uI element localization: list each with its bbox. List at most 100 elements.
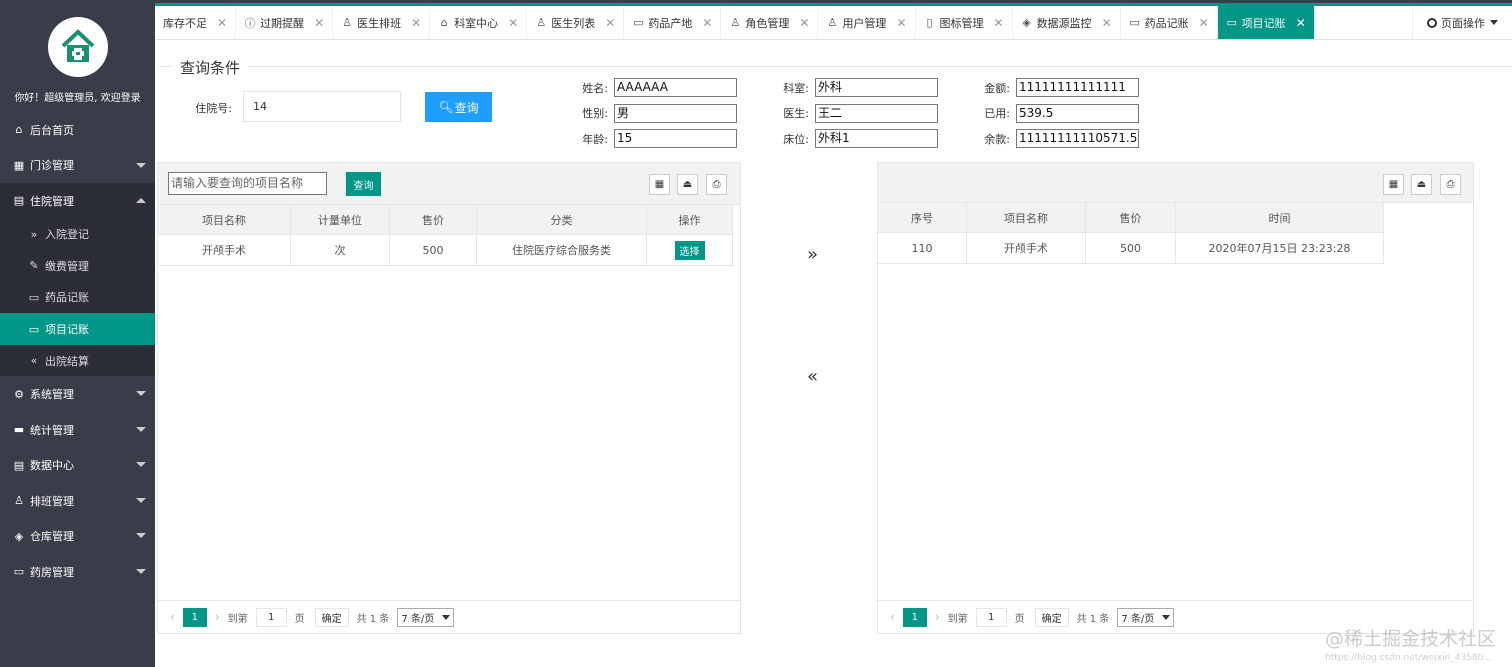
export-icon[interactable]: ⏏ bbox=[677, 174, 698, 195]
sidebar-item-label: 药房管理 bbox=[30, 565, 74, 579]
close-icon[interactable]: ✕ bbox=[1102, 16, 1112, 30]
sidebar-subitem-item-billing[interactable]: ▭ 项目记账 bbox=[0, 313, 155, 345]
close-icon[interactable]: ✕ bbox=[994, 16, 1004, 30]
project-list-toolbar: 请输入要查询的项目名称 查询 ▦ ⏏ ⎙ bbox=[158, 163, 740, 205]
next-page-icon[interactable]: › bbox=[935, 610, 940, 624]
caret-down-icon bbox=[442, 614, 451, 620]
tab-datasource-monitor[interactable]: ◈ 数据源监控 ✕ bbox=[1013, 6, 1121, 39]
tab-drug-origin[interactable]: ▭ 药品产地 ✕ bbox=[624, 6, 722, 39]
sidebar-item-label: 住院管理 bbox=[30, 194, 74, 208]
sidebar-subitem-label: 缴费管理 bbox=[45, 259, 89, 273]
tab-expiry-reminder[interactable]: ⓘ 过期提醒 ✕ bbox=[236, 6, 334, 39]
sidebar-item-label: 仓库管理 bbox=[30, 530, 74, 544]
columns-icon[interactable]: ▦ bbox=[649, 174, 670, 195]
sidebar-item-label: 统计管理 bbox=[30, 423, 74, 437]
prev-page-icon[interactable]: ‹ bbox=[890, 610, 895, 624]
page-number-input[interactable]: 1 bbox=[255, 607, 287, 627]
column-header[interactable]: 序号 bbox=[878, 203, 967, 233]
sidebar-item-scheduling[interactable]: ♙ 排班管理 bbox=[0, 483, 155, 519]
doctor-label: 医生: bbox=[783, 107, 809, 120]
gender-field[interactable]: 男 bbox=[614, 104, 737, 123]
column-header[interactable]: 售价 bbox=[390, 205, 477, 235]
columns-icon[interactable]: ▦ bbox=[1383, 174, 1404, 195]
hosp-no-input[interactable]: 14 bbox=[243, 91, 401, 122]
sidebar-item-datacenter[interactable]: ▤ 数据中心 bbox=[0, 447, 155, 483]
select-button[interactable]: 选择 bbox=[674, 240, 705, 260]
tab-user-management[interactable]: ♙ 用户管理 ✕ bbox=[818, 6, 916, 39]
close-icon[interactable]: ✕ bbox=[799, 16, 809, 30]
tab-doctor-list[interactable]: ♙ 医生列表 ✕ bbox=[527, 6, 625, 39]
sidebar-item-home[interactable]: ⌂ 后台首页 bbox=[0, 112, 155, 148]
sidebar-item-pharmacy[interactable]: ▭ 药房管理 bbox=[0, 554, 155, 590]
tab-role-management[interactable]: ♙ 角色管理 ✕ bbox=[721, 6, 819, 39]
project-search-input[interactable]: 请输入要查询的项目名称 bbox=[168, 172, 327, 195]
doctor-field[interactable]: 王二 bbox=[815, 104, 938, 123]
page-number-input[interactable]: 1 bbox=[975, 607, 1007, 627]
column-header[interactable]: 项目名称 bbox=[967, 203, 1086, 233]
dept-field[interactable]: 外科 bbox=[815, 78, 938, 97]
print-icon[interactable]: ⎙ bbox=[1440, 174, 1461, 195]
print-icon[interactable]: ⎙ bbox=[706, 174, 727, 195]
sidebar-item-outpatient[interactable]: ▦ 门诊管理 bbox=[0, 148, 155, 184]
close-icon[interactable]: ✕ bbox=[1296, 16, 1306, 30]
tab-doctor-schedule[interactable]: ♙ 医生排班 ✕ bbox=[333, 6, 431, 39]
current-page[interactable]: 1 bbox=[902, 607, 927, 627]
column-header[interactable]: 操作 bbox=[647, 205, 733, 235]
next-page-icon[interactable]: › bbox=[215, 610, 220, 624]
chart-icon: ▬ bbox=[13, 423, 25, 437]
home-icon: ⌂ bbox=[440, 16, 448, 29]
goto-confirm-button[interactable]: 确定 bbox=[314, 607, 349, 627]
tab-drug-billing[interactable]: ▭ 药品记账 ✕ bbox=[1121, 6, 1218, 39]
column-header[interactable]: 分类 bbox=[477, 205, 647, 235]
sidebar-subitem-admission[interactable]: » 入院登记 bbox=[0, 219, 155, 251]
column-header[interactable]: 时间 bbox=[1176, 203, 1384, 233]
export-icon[interactable]: ⏏ bbox=[1411, 174, 1432, 195]
page-operations-dropdown[interactable]: 页面操作 bbox=[1412, 6, 1512, 39]
page-size-select[interactable]: 7 条/页 bbox=[1117, 607, 1175, 627]
tab-label: 项目记账 bbox=[1241, 16, 1286, 30]
tab-icon-management[interactable]: ▯ 图标管理 ✕ bbox=[916, 6, 1013, 39]
sidebar-item-inpatient[interactable]: ▤ 住院管理 bbox=[0, 183, 155, 219]
age-field[interactable]: 15 bbox=[614, 129, 737, 148]
close-icon[interactable]: ✕ bbox=[702, 16, 712, 30]
table-cell: 2020年07月15日 23:23:28 bbox=[1176, 233, 1384, 264]
move-right-button[interactable]: » bbox=[807, 244, 818, 265]
close-icon[interactable]: ✕ bbox=[896, 16, 906, 30]
goto-confirm-button[interactable]: 确定 bbox=[1034, 607, 1069, 627]
page-size-select[interactable]: 7 条/页 bbox=[397, 607, 455, 627]
sidebar-item-system[interactable]: ⚙ 系统管理 bbox=[0, 376, 155, 412]
current-page[interactable]: 1 bbox=[182, 607, 207, 627]
query-button[interactable]: 🔍︎ 查询 bbox=[425, 92, 492, 122]
total-count: 共 1 条 bbox=[1076, 613, 1110, 625]
prev-page-icon[interactable]: ‹ bbox=[170, 610, 175, 624]
close-icon[interactable]: ✕ bbox=[1199, 16, 1209, 30]
column-header[interactable]: 计量单位 bbox=[291, 205, 390, 235]
sidebar-subitem-drug-billing[interactable]: ▭ 药品记账 bbox=[0, 282, 155, 314]
age-label: 年龄: bbox=[582, 133, 608, 146]
page-operations-label: 页面操作 bbox=[1441, 16, 1485, 30]
sidebar-item-label: 门诊管理 bbox=[30, 159, 74, 173]
close-icon[interactable]: ✕ bbox=[314, 16, 324, 30]
tab-item-billing[interactable]: ▭ 项目记账 ✕ bbox=[1217, 6, 1315, 39]
column-header[interactable]: 项目名称 bbox=[158, 205, 291, 235]
close-icon[interactable]: ✕ bbox=[411, 16, 421, 30]
tab-stock-shortage[interactable]: 库存不足 ✕ bbox=[155, 6, 237, 39]
sidebar-item-warehouse[interactable]: ◈ 仓库管理 bbox=[0, 518, 155, 554]
amount-field[interactable]: 11111111111111 bbox=[1016, 78, 1139, 97]
balance-field[interactable]: 11111111110571.5 bbox=[1016, 129, 1139, 148]
close-icon[interactable]: ✕ bbox=[508, 16, 518, 30]
bed-field[interactable]: 外科1 bbox=[815, 129, 938, 148]
sidebar-subitem-payment[interactable]: ✎ 缴费管理 bbox=[0, 250, 155, 282]
close-icon[interactable]: ✕ bbox=[605, 16, 615, 30]
close-icon[interactable]: ✕ bbox=[217, 16, 227, 30]
tab-department-center[interactable]: ⌂ 科室中心 ✕ bbox=[430, 6, 528, 39]
sidebar-item-label: 数据中心 bbox=[30, 459, 74, 473]
column-header[interactable]: 售价 bbox=[1086, 203, 1176, 233]
sidebar-item-statistics[interactable]: ▬ 统计管理 bbox=[0, 412, 155, 448]
used-field[interactable]: 539.5 bbox=[1016, 104, 1139, 123]
move-left-button[interactable]: « bbox=[807, 366, 818, 387]
hospital-logo bbox=[47, 17, 108, 77]
name-field[interactable]: AAAAAA bbox=[614, 78, 737, 97]
sidebar-subitem-discharge[interactable]: « 出院结算 bbox=[0, 345, 155, 377]
project-search-button[interactable]: 查询 bbox=[346, 172, 381, 196]
